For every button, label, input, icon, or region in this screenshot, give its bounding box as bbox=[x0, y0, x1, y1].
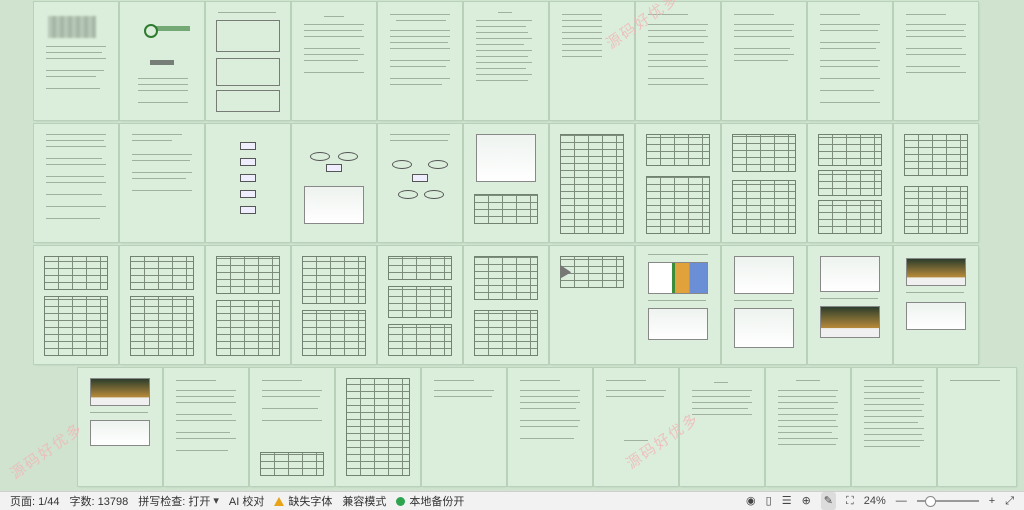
status-bar: 页面: 1/44 字数: 13798 拼写检查: 打开 ▾ AI 校对 缺失字体… bbox=[0, 491, 1024, 510]
page-thumbnail-31[interactable] bbox=[722, 246, 806, 364]
status-bar-tools: ◉ ▯ ☰ ⊕ ✎ ⛶ 24% — + ⤢ bbox=[746, 492, 1014, 510]
page-thumbnail-canvas[interactable]: 源码好优多 源码好优多 源码好优多 bbox=[0, 0, 1024, 491]
missing-font-button[interactable]: 缺失字体 bbox=[274, 493, 332, 509]
page-thumbnail-21[interactable] bbox=[808, 124, 892, 242]
page-thumbnail-4[interactable] bbox=[292, 2, 376, 120]
blurred-photo bbox=[48, 16, 96, 38]
page-thumbnail-23[interactable] bbox=[34, 246, 118, 364]
local-backup-button[interactable]: 本地备份开 bbox=[396, 493, 464, 509]
spell-check-label: 拼写检查: 打开 bbox=[138, 496, 211, 508]
book-icon[interactable]: ▯ bbox=[766, 492, 772, 510]
page-thumbnail-30[interactable] bbox=[636, 246, 720, 364]
spell-check-toggle[interactable]: 拼写检查: 打开 ▾ bbox=[138, 492, 219, 510]
compat-mode-indicator: 兼容模式 bbox=[342, 496, 387, 508]
page-thumbnail-42[interactable] bbox=[766, 368, 850, 486]
zoom-level[interactable]: 24% bbox=[864, 492, 886, 510]
page-thumbnail-36[interactable] bbox=[250, 368, 334, 486]
page-thumbnail-15[interactable] bbox=[292, 124, 376, 242]
warning-icon bbox=[274, 496, 285, 506]
page-thumbnail-1[interactable] bbox=[34, 2, 118, 120]
page-thumbnail-33[interactable] bbox=[894, 246, 978, 364]
backup-status-icon bbox=[396, 496, 406, 506]
page-thumbnail-25[interactable] bbox=[206, 246, 290, 364]
fit-page-icon[interactable]: ⛶ bbox=[846, 492, 854, 510]
page-thumbnail-26[interactable] bbox=[292, 246, 376, 364]
page-thumbnail-38[interactable] bbox=[422, 368, 506, 486]
page-thumbnail-5[interactable] bbox=[378, 2, 462, 120]
page-thumbnail-34[interactable] bbox=[78, 368, 162, 486]
zoom-slider[interactable] bbox=[916, 496, 979, 507]
page-thumbnail-6[interactable] bbox=[464, 2, 548, 120]
page-thumbnail-3[interactable] bbox=[206, 2, 290, 120]
page-thumbnail-2[interactable] bbox=[120, 2, 204, 120]
page-thumbnail-17[interactable] bbox=[464, 124, 548, 242]
page-thumbnail-11[interactable] bbox=[894, 2, 978, 120]
page-thumbnail-35[interactable] bbox=[164, 368, 248, 486]
page-thumbnail-13[interactable] bbox=[120, 124, 204, 242]
page-thumbnail-20[interactable] bbox=[722, 124, 806, 242]
zoom-slider-handle[interactable] bbox=[924, 496, 936, 507]
page-thumbnail-27[interactable] bbox=[378, 246, 462, 364]
eye-icon[interactable]: ◉ bbox=[746, 492, 756, 510]
word-count[interactable]: 字数: 13798 bbox=[70, 493, 129, 509]
page-thumbnail-39[interactable] bbox=[508, 368, 592, 486]
page-thumbnail-14[interactable] bbox=[206, 124, 290, 242]
page-thumbnail-7[interactable] bbox=[550, 2, 634, 120]
ai-proofread-button[interactable]: AI 校对 bbox=[229, 493, 264, 509]
page-thumbnail-9[interactable] bbox=[722, 2, 806, 120]
zoom-out-button[interactable]: — bbox=[896, 492, 907, 510]
fullscreen-icon[interactable]: ⤢ bbox=[1005, 492, 1014, 510]
page-thumbnail-18[interactable] bbox=[550, 124, 634, 242]
cover-title-mark bbox=[150, 60, 174, 65]
page-thumbnail-44[interactable] bbox=[938, 368, 1016, 486]
chevron-down-icon: ▾ bbox=[213, 495, 219, 507]
page-thumbnail-37[interactable] bbox=[336, 368, 420, 486]
page-thumbnail-24[interactable] bbox=[120, 246, 204, 364]
page-thumbnail-22[interactable] bbox=[894, 124, 978, 242]
web-icon[interactable]: ⊕ bbox=[802, 492, 811, 510]
school-name-mark bbox=[156, 26, 190, 31]
zoom-in-button[interactable]: + bbox=[989, 492, 995, 510]
backup-label: 本地备份开 bbox=[409, 496, 465, 508]
outline-icon[interactable]: ☰ bbox=[782, 492, 792, 510]
page-thumbnail-41[interactable] bbox=[680, 368, 764, 486]
page-thumbnail-8[interactable] bbox=[636, 2, 720, 120]
page-thumbnail-28[interactable] bbox=[464, 246, 548, 364]
page-thumbnail-40[interactable] bbox=[594, 368, 678, 486]
page-thumbnail-12[interactable] bbox=[34, 124, 118, 242]
missing-font-label: 缺失字体 bbox=[288, 496, 333, 508]
page-thumbnail-16[interactable] bbox=[378, 124, 462, 242]
page-thumbnail-32[interactable] bbox=[808, 246, 892, 364]
page-thumbnail-43[interactable] bbox=[852, 368, 936, 486]
watermark: 源码好优多 bbox=[7, 419, 87, 483]
page-thumbnail-19[interactable] bbox=[636, 124, 720, 242]
document-viewer: 源码好优多 源码好优多 源码好优多 页面: 1/44 字数: 13798 拼写检… bbox=[0, 0, 1024, 510]
page-indicator[interactable]: 页面: 1/44 bbox=[10, 493, 60, 509]
page-thumbnail-10[interactable] bbox=[808, 2, 892, 120]
edit-icon[interactable]: ✎ bbox=[820, 492, 837, 510]
